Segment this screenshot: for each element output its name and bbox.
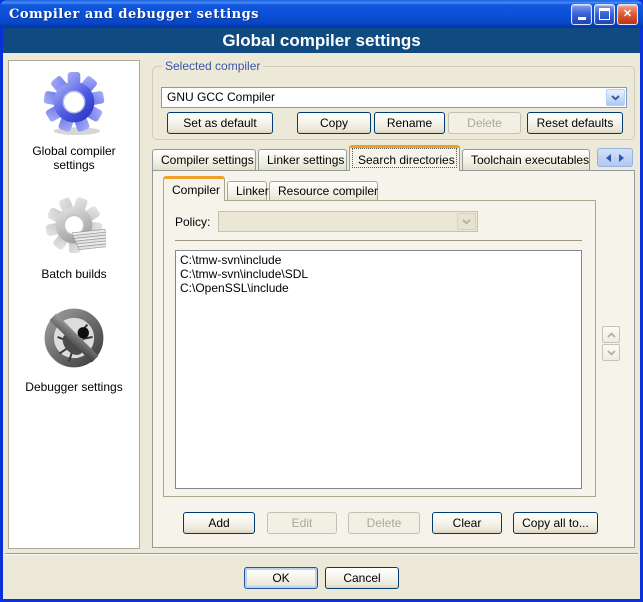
- gray-gear-stack-icon: [42, 194, 106, 260]
- chevron-down-icon: [457, 213, 476, 230]
- policy-select: [218, 211, 478, 232]
- sidebar-item-label: Global compiler settings: [19, 144, 129, 172]
- tab-linker-settings[interactable]: Linker settings: [258, 149, 347, 170]
- page-title: Global compiler settings: [3, 28, 640, 53]
- sidebar-item-batch-builds[interactable]: Batch builds: [9, 194, 139, 281]
- chevron-up-icon: [607, 332, 616, 338]
- delete-directory-button: Delete: [348, 512, 420, 534]
- move-down-button: [602, 344, 620, 361]
- subtab-resource-compiler[interactable]: Resource compiler: [269, 181, 378, 201]
- rename-compiler-button[interactable]: Rename: [374, 112, 445, 134]
- copy-compiler-button[interactable]: Copy: [297, 112, 371, 134]
- title-bar[interactable]: Compiler and debugger settings ✕: [0, 0, 643, 28]
- cancel-button[interactable]: Cancel: [325, 567, 399, 589]
- subtab-linker[interactable]: Linker: [227, 181, 267, 201]
- window-title: Compiler and debugger settings: [9, 7, 259, 22]
- scroll-right-icon[interactable]: [619, 154, 624, 162]
- ok-button[interactable]: OK: [244, 567, 318, 589]
- group-label: Selected compiler: [162, 59, 263, 73]
- sidebar-item-global-compiler-settings[interactable]: Global compiler settings: [9, 71, 139, 172]
- list-item[interactable]: C:\tmw-svn\include\SDL: [176, 267, 581, 281]
- add-directory-button[interactable]: Add: [183, 512, 255, 534]
- close-icon: ✕: [623, 9, 632, 20]
- chevron-down-icon[interactable]: [606, 89, 625, 106]
- tab-scroll-buttons[interactable]: [597, 148, 633, 167]
- sidebar-item-label: Batch builds: [19, 267, 129, 281]
- blue-gear-icon: [42, 71, 106, 137]
- policy-separator: [175, 240, 582, 241]
- maximize-icon: [599, 8, 610, 20]
- compiler-select[interactable]: GNU GCC Compiler: [161, 87, 627, 108]
- close-button[interactable]: ✕: [617, 4, 638, 25]
- reset-defaults-button[interactable]: Reset defaults: [527, 112, 623, 134]
- tab-compiler-settings[interactable]: Compiler settings: [152, 149, 256, 170]
- footer-separator-highlight: [5, 554, 638, 555]
- compiler-select-value: GNU GCC Compiler: [167, 88, 275, 107]
- move-up-button: [602, 326, 620, 343]
- scroll-left-icon[interactable]: [606, 154, 611, 162]
- list-item[interactable]: C:\OpenSSL\include: [176, 281, 581, 295]
- policy-label: Policy:: [175, 215, 210, 229]
- compiler-settings-dialog: Compiler and debugger settings ✕ Global …: [0, 0, 643, 602]
- subtab-compiler[interactable]: Compiler: [163, 176, 225, 201]
- dialog-body: Global compiler settings: [0, 28, 643, 602]
- chevron-down-icon: [607, 350, 616, 356]
- minimize-button[interactable]: [571, 4, 592, 25]
- maximize-button[interactable]: [594, 4, 615, 25]
- include-directories-list[interactable]: C:\tmw-svn\include C:\tmw-svn\include\SD…: [175, 250, 582, 489]
- set-as-default-button[interactable]: Set as default: [167, 112, 273, 134]
- clear-directories-button[interactable]: Clear: [432, 512, 502, 534]
- no-bug-icon: [41, 305, 107, 373]
- tab-toolchain-executables[interactable]: Toolchain executables: [462, 149, 590, 170]
- tab-search-directories[interactable]: Search directories: [349, 145, 460, 171]
- minimize-icon: [578, 17, 586, 20]
- settings-category-sidebar: Global compiler settings: [8, 60, 140, 549]
- sidebar-item-debugger-settings[interactable]: Debugger settings: [9, 305, 139, 394]
- list-item[interactable]: C:\tmw-svn\include: [176, 253, 581, 267]
- edit-directory-button: Edit: [267, 512, 337, 534]
- copy-all-to-button[interactable]: Copy all to...: [513, 512, 598, 534]
- sidebar-item-label: Debugger settings: [19, 380, 129, 394]
- delete-compiler-button: Delete: [448, 112, 521, 134]
